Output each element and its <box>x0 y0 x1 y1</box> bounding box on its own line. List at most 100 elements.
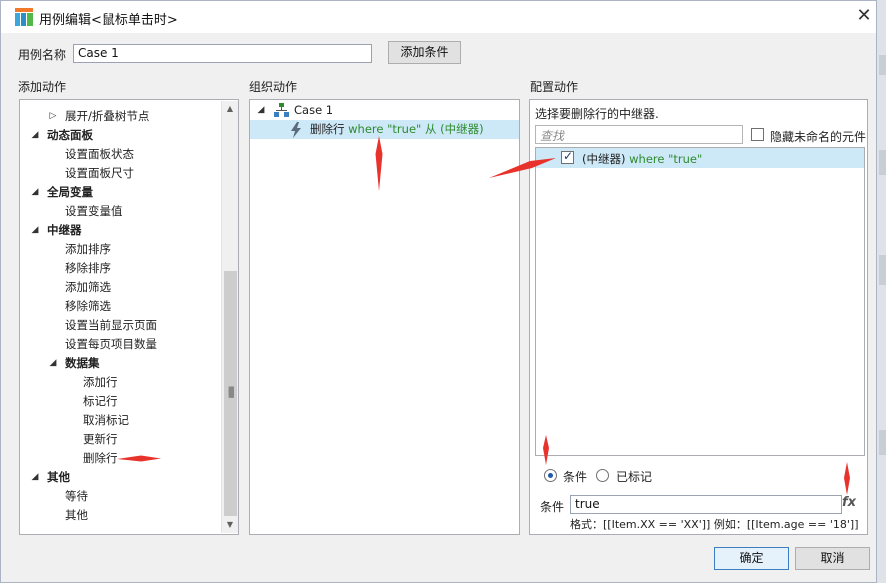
tree-item-label: 设置变量值 <box>65 204 123 218</box>
tree-item-label: 其他 <box>65 508 88 522</box>
tree-item[interactable]: 移除筛选 <box>20 297 220 316</box>
scroll-up-icon[interactable]: ▲ <box>222 101 238 117</box>
collapse-icon[interactable]: ◢ <box>30 221 40 240</box>
window-title: 用例编辑<鼠标单击时> <box>39 13 178 28</box>
tree-item-label: 设置面板尺寸 <box>65 166 134 180</box>
collapse-icon[interactable]: ◢ <box>30 183 40 202</box>
hide-unnamed-checkbox[interactable] <box>751 128 764 141</box>
collapse-icon[interactable]: ◢ <box>30 126 40 145</box>
repeater-list-item[interactable]: (中继器) where "true" <box>536 148 864 168</box>
tree-item-label: 中继器 <box>47 223 82 237</box>
configure-actions-header: 配置动作 <box>530 80 579 94</box>
condition-radio-label: 条件 <box>563 470 588 484</box>
cancel-button[interactable]: 取消 <box>795 547 870 570</box>
action-condition: where "true" <box>348 122 422 136</box>
format-hint: 格式：[[Item.XX == 'XX']] 例如：[[Item.age == … <box>570 518 859 531</box>
scroll-thumb[interactable]: ■ ■ ■ <box>224 271 237 516</box>
condition-radio[interactable] <box>544 469 557 482</box>
marked-radio[interactable] <box>596 469 609 482</box>
organize-actions-header: 组织动作 <box>249 80 298 94</box>
expand-icon[interactable]: ▷ <box>48 107 58 126</box>
action-text: 删除行 where "true" 从 (中继器) <box>310 120 484 139</box>
configure-actions-panel: 选择要删除行的中继器. 查找 隐藏未命名的元件 (中继器) where "tru… <box>529 99 868 535</box>
condition-label: 条件 <box>540 500 565 514</box>
search-input[interactable]: 查找 <box>535 125 743 144</box>
tree-item-label: 等待 <box>65 489 88 503</box>
action-target: (中继器) <box>440 122 484 136</box>
repeater-name: (中继器) <box>582 152 626 166</box>
title-bar: 用例编辑<鼠标单击时> ✕ <box>1 1 876 33</box>
tree-item[interactable]: 等待 <box>20 487 220 506</box>
tree-item-label: 动态面板 <box>47 128 93 142</box>
repeater-condition: where "true" <box>629 152 703 166</box>
add-actions-header: 添加动作 <box>18 80 67 94</box>
tree-item-label: 更新行 <box>83 432 118 446</box>
tree-item[interactable]: ◢ 数据集 <box>20 354 220 373</box>
marked-radio-label: 已标记 <box>616 470 653 484</box>
expand-icon[interactable]: ◢ <box>256 101 266 120</box>
fx-button[interactable]: fx <box>842 495 856 510</box>
background-window-strip <box>877 0 886 583</box>
action-row-delete[interactable]: 删除行 where "true" 从 (中继器) <box>250 120 519 139</box>
tree-item-label: 移除筛选 <box>65 299 111 313</box>
tree-item-label: 展开/折叠树节点 <box>65 109 150 123</box>
tree-item[interactable]: ▷ 展开/折叠树节点 <box>20 107 220 126</box>
tree-item-label: 设置每页项目数量 <box>65 337 157 351</box>
add-condition-button[interactable]: 添加条件 <box>388 41 461 64</box>
tree-item[interactable]: 添加筛选 <box>20 278 220 297</box>
close-icon[interactable]: ✕ <box>853 5 875 27</box>
tree-item[interactable]: 取消标记 <box>20 411 220 430</box>
app-icon <box>15 8 33 26</box>
ok-button[interactable]: 确定 <box>714 547 789 570</box>
tree-item[interactable]: 更新行 <box>20 430 220 449</box>
tree-item-label: 添加筛选 <box>65 280 111 294</box>
tree-item[interactable]: 添加排序 <box>20 240 220 259</box>
case-node[interactable]: ◢ Case 1 <box>256 101 516 120</box>
condition-input[interactable]: true <box>570 495 842 514</box>
tree-item-label: 设置当前显示页面 <box>65 318 157 332</box>
tree-item-label: 添加排序 <box>65 242 111 256</box>
repeater-list: (中继器) where "true" <box>535 147 865 456</box>
tree-item-label: 设置面板状态 <box>65 147 134 161</box>
grip-icon: ■ ■ ■ <box>228 385 235 399</box>
tree-item-label: 其他 <box>47 470 70 484</box>
tree-item[interactable]: 标记行 <box>20 392 220 411</box>
tree-item[interactable]: 移除排序 <box>20 259 220 278</box>
tree-item[interactable]: 其他 <box>20 506 220 525</box>
tree-item-label: 删除行 <box>83 451 118 465</box>
strip-segment <box>879 430 886 455</box>
repeater-item-text: (中继器) where "true" <box>582 151 702 167</box>
tree-item[interactable]: 设置每页项目数量 <box>20 335 220 354</box>
collapse-icon[interactable]: ◢ <box>30 468 40 487</box>
strip-segment <box>879 255 886 285</box>
tree-item[interactable]: ◢ 动态面板 <box>20 126 220 145</box>
scroll-down-icon[interactable]: ▼ <box>222 517 238 533</box>
strip-segment <box>879 55 886 75</box>
collapse-icon[interactable]: ◢ <box>48 354 58 373</box>
tree-item[interactable]: 设置面板状态 <box>20 145 220 164</box>
tree-item[interactable]: 删除行 <box>20 449 220 468</box>
case-tree-icon <box>274 103 289 117</box>
action-from: 从 <box>424 122 437 136</box>
tree-item[interactable]: ◢ 全局变量 <box>20 183 220 202</box>
tree-item[interactable]: ◢ 其他 <box>20 468 220 487</box>
tree-item-label: 全局变量 <box>47 185 93 199</box>
repeater-checkbox[interactable] <box>561 149 574 164</box>
case-name-input[interactable]: Case 1 <box>73 44 372 63</box>
case-label: Case 1 <box>294 103 334 117</box>
tree-item[interactable]: 设置面板尺寸 <box>20 164 220 183</box>
organize-actions-panel: ◢ Case 1 删除行 where "true" 从 (中继器) <box>249 99 520 535</box>
actions-scrollbar[interactable]: ▲ ■ ■ ■ ▼ <box>221 101 238 533</box>
add-actions-panel: ▷ 展开/折叠树节点 ◢ 动态面板设置面板状态 设置面板尺寸 ◢ 全局变量设置变量值 ◢ 中继器… <box>19 99 239 535</box>
tree-item[interactable]: 设置当前显示页面 <box>20 316 220 335</box>
tree-item-label: 移除排序 <box>65 261 111 275</box>
hide-unnamed-label: 隐藏未命名的元件 <box>770 130 867 144</box>
tree-item[interactable]: 设置变量值 <box>20 202 220 221</box>
tree-item-label: 数据集 <box>65 356 100 370</box>
tree-item[interactable]: ◢ 中继器 <box>20 221 220 240</box>
configure-prompt: 选择要删除行的中继器. <box>535 107 659 121</box>
strip-segment <box>879 150 886 175</box>
tree-item-label: 添加行 <box>83 375 118 389</box>
tree-item[interactable]: 添加行 <box>20 373 220 392</box>
use-case-editor-dialog: 用例编辑<鼠标单击时> ✕ 用例名称 Case 1 添加条件 添加动作 组织动作… <box>0 0 877 583</box>
